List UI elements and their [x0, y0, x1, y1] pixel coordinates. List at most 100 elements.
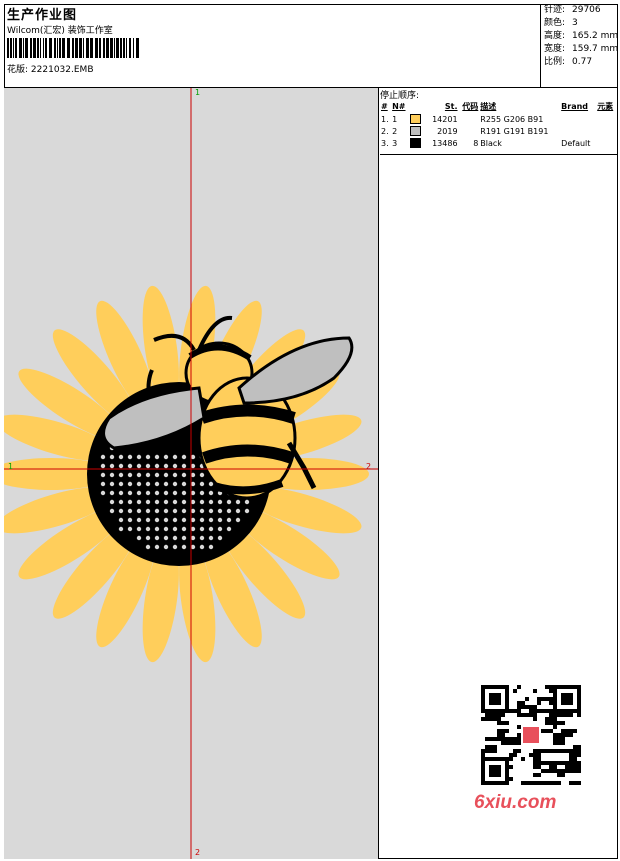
seed — [163, 481, 169, 487]
page-title: 生产作业图 — [7, 8, 78, 23]
seed — [235, 517, 241, 523]
color-table-row[interactable]: 1. 1 14201 R255 G206 B91 — [380, 113, 617, 125]
seed — [217, 508, 223, 514]
seed — [208, 499, 214, 505]
seed — [226, 499, 232, 505]
seed — [181, 526, 187, 532]
barcode — [7, 38, 139, 58]
seed — [172, 499, 178, 505]
seed — [226, 526, 232, 532]
panel-divider — [380, 154, 618, 155]
seed — [127, 517, 133, 523]
seed — [154, 508, 160, 514]
seed — [118, 490, 124, 496]
seed — [244, 508, 250, 514]
seed — [163, 526, 169, 532]
seed — [100, 490, 106, 496]
seed — [136, 499, 142, 505]
seed — [154, 517, 160, 523]
stat-colors: 颜色: 3 — [544, 18, 578, 28]
seed — [100, 463, 106, 469]
seed — [127, 490, 133, 496]
seed — [163, 490, 169, 496]
design-stats: 针迹: 29706 颜色: 3 高度: 165.2 mm 宽度: 159.7 mm 比例… — [544, 4, 618, 69]
seed — [145, 508, 151, 514]
seed — [109, 472, 115, 478]
seed — [154, 490, 160, 496]
seed — [208, 535, 214, 541]
seed — [163, 454, 169, 460]
company-name: Wilcom(汇宏) 装饰工作室 — [7, 26, 113, 36]
seed — [127, 472, 133, 478]
seed — [118, 463, 124, 469]
seed — [154, 454, 160, 460]
seed — [145, 517, 151, 523]
design-file-label: 花版: — [7, 65, 29, 75]
seed — [217, 517, 223, 523]
seed — [109, 490, 115, 496]
seed — [226, 517, 232, 523]
seed — [136, 526, 142, 532]
seed — [181, 454, 187, 460]
stat-stitches: 针迹: 29706 — [544, 5, 601, 15]
seed — [172, 454, 178, 460]
seed — [217, 499, 223, 505]
seed — [208, 544, 214, 550]
embroidery-design — [4, 88, 378, 859]
seed — [199, 490, 205, 496]
seed — [145, 544, 151, 550]
seed — [145, 454, 151, 460]
seed — [145, 472, 151, 478]
seed — [100, 454, 106, 460]
seed — [217, 526, 223, 532]
header-info: 生产作业图 Wilcom(汇宏) 装饰工作室 花版: 2221032.EMB — [4, 4, 541, 87]
seed — [145, 535, 151, 541]
seed — [208, 508, 214, 514]
seed — [199, 481, 205, 487]
seed — [118, 526, 124, 532]
stat-height: 高度: 165.2 mm — [544, 31, 619, 41]
color-table-row[interactable]: 3. 3 13486 8 Black Default — [380, 137, 617, 149]
seed — [235, 508, 241, 514]
seed — [163, 463, 169, 469]
seed — [199, 535, 205, 541]
seed — [100, 481, 106, 487]
seed — [199, 508, 205, 514]
seed — [154, 526, 160, 532]
seed — [199, 499, 205, 505]
seed — [127, 454, 133, 460]
seed — [154, 481, 160, 487]
axis-label-bottom: 2 — [195, 848, 201, 857]
seed — [118, 508, 124, 514]
seed — [208, 481, 214, 487]
design-file: 花版: 2221032.EMB — [7, 62, 94, 75]
axis-label-top: 1 — [195, 88, 201, 97]
seed — [136, 508, 142, 514]
seed — [172, 544, 178, 550]
color-table: # N# St. 代码 描述 Brand 元素 1. 1 14201 R255 G20… — [380, 100, 617, 149]
watermark-text: 6xiu.com — [474, 792, 557, 813]
seed — [127, 481, 133, 487]
seed — [145, 526, 151, 532]
seed — [109, 454, 115, 460]
axis-label-right: 2 — [366, 462, 372, 471]
design-preview-canvas[interactable]: 1 1 2 2 — [4, 88, 379, 859]
seed — [118, 472, 124, 478]
seed — [172, 535, 178, 541]
color-table-header: # N# St. 代码 描述 Brand 元素 — [381, 102, 614, 111]
seed — [163, 517, 169, 523]
seed — [154, 535, 160, 541]
seed — [136, 481, 142, 487]
color-table-row[interactable]: 2. 2 2019 R191 G191 B191 — [380, 125, 617, 137]
axis-label-left: 1 — [8, 462, 14, 471]
seed — [181, 499, 187, 505]
seed — [208, 517, 214, 523]
seed — [145, 463, 151, 469]
seed — [145, 499, 151, 505]
seed — [154, 544, 160, 550]
seed — [154, 472, 160, 478]
seed — [181, 481, 187, 487]
seed — [208, 526, 214, 532]
design-file-name: 2221032.EMB — [30, 65, 94, 75]
seed — [136, 472, 142, 478]
